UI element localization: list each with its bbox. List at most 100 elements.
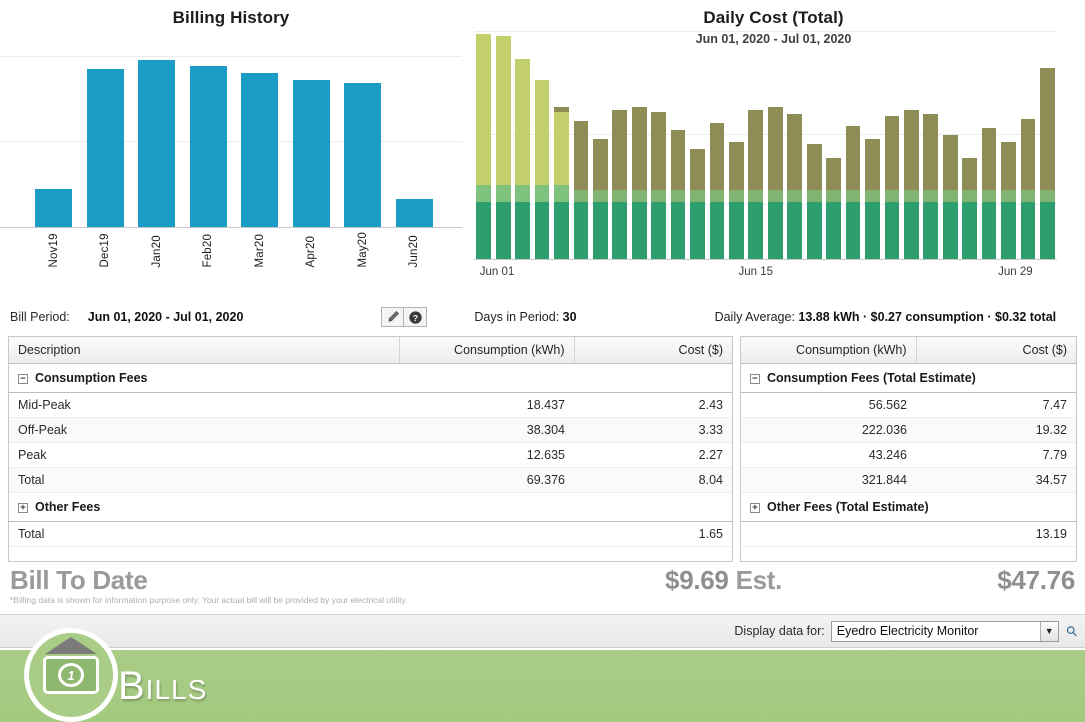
expand-icon[interactable]: +	[750, 503, 760, 513]
bar-slot[interactable]	[1038, 29, 1057, 259]
daily-cost-bar[interactable]	[826, 29, 841, 259]
bar-slot[interactable]	[183, 48, 235, 227]
billing-history-bar[interactable]	[35, 189, 72, 227]
table-row[interactable]: Peak12.6352.27	[9, 443, 732, 468]
daily-cost-bar[interactable]	[632, 29, 647, 259]
table-group-row[interactable]: +Other Fees (Total Estimate)	[741, 493, 1076, 522]
bar-slot[interactable]	[532, 29, 551, 259]
daily-cost-bar[interactable]	[807, 29, 822, 259]
daily-cost-bar[interactable]	[554, 29, 569, 259]
bar-slot[interactable]	[630, 29, 649, 259]
bar-slot[interactable]	[785, 29, 804, 259]
bar-slot[interactable]	[286, 48, 338, 227]
billing-history-bar[interactable]	[241, 73, 278, 227]
bar-slot[interactable]	[766, 29, 785, 259]
daily-cost-bar[interactable]	[535, 29, 550, 259]
bar-slot[interactable]	[571, 29, 590, 259]
header-consumption[interactable]: Consumption (kWh)	[399, 337, 574, 364]
header-cost-est[interactable]: Cost ($)	[916, 337, 1076, 364]
billing-history-bar[interactable]	[293, 80, 330, 227]
daily-cost-bar[interactable]	[962, 29, 977, 259]
daily-cost-bar[interactable]	[923, 29, 938, 259]
bar-slot[interactable]	[863, 29, 882, 259]
billing-history-bar[interactable]	[87, 69, 124, 227]
table-row[interactable]: 222.03619.32	[741, 418, 1076, 443]
daily-cost-bar[interactable]	[846, 29, 861, 259]
billing-history-bar[interactable]	[396, 199, 433, 227]
billing-history-bar[interactable]	[344, 83, 381, 227]
bar-slot[interactable]	[727, 29, 746, 259]
bar-slot[interactable]	[1018, 29, 1037, 259]
bar-slot[interactable]	[804, 29, 823, 259]
bar-slot[interactable]	[688, 29, 707, 259]
billing-history-bar[interactable]	[138, 60, 175, 227]
table-row[interactable]: 56.5627.47	[741, 393, 1076, 418]
bar-slot[interactable]	[902, 29, 921, 259]
bar-slot[interactable]	[843, 29, 862, 259]
bar-slot[interactable]	[999, 29, 1018, 259]
daily-cost-bar[interactable]	[651, 29, 666, 259]
billing-history-bar[interactable]	[190, 66, 227, 227]
table-group-row[interactable]: −Consumption Fees	[9, 364, 732, 393]
bar-slot[interactable]	[234, 48, 286, 227]
daily-cost-bar[interactable]	[865, 29, 880, 259]
daily-cost-bar[interactable]	[748, 29, 763, 259]
daily-cost-bar[interactable]	[574, 29, 589, 259]
daily-cost-bar[interactable]	[943, 29, 958, 259]
bar-slot[interactable]	[474, 29, 493, 259]
bar-slot[interactable]	[941, 29, 960, 259]
table-group-row[interactable]: −Consumption Fees (Total Estimate)	[741, 364, 1076, 393]
bar-slot[interactable]	[668, 29, 687, 259]
bar-slot[interactable]	[921, 29, 940, 259]
daily-cost-bar[interactable]	[904, 29, 919, 259]
header-description[interactable]: Description	[9, 337, 399, 364]
bar-slot[interactable]	[746, 29, 765, 259]
daily-cost-bar[interactable]	[496, 29, 511, 259]
daily-cost-bar[interactable]	[1021, 29, 1036, 259]
bar-slot[interactable]	[960, 29, 979, 259]
daily-cost-bar[interactable]	[787, 29, 802, 259]
collapse-icon[interactable]: −	[18, 374, 28, 384]
daily-cost-chart[interactable]: Daily Cost (Total) Jun 01, 2020 - Jul 01…	[462, 0, 1085, 298]
daily-cost-bar[interactable]	[690, 29, 705, 259]
daily-cost-bar[interactable]	[1001, 29, 1016, 259]
magnifier-icon[interactable]: ⚲	[1062, 621, 1081, 640]
header-consumption-est[interactable]: Consumption (kWh)	[741, 337, 916, 364]
table-row[interactable]: 43.2467.79	[741, 443, 1076, 468]
bar-slot[interactable]	[389, 48, 441, 227]
table-row[interactable]: 321.84434.57	[741, 468, 1076, 493]
help-icon[interactable]: ?	[404, 307, 427, 327]
expand-icon[interactable]: +	[18, 503, 28, 513]
daily-cost-bar[interactable]	[612, 29, 627, 259]
daily-cost-bar[interactable]	[1040, 29, 1055, 259]
bar-slot[interactable]	[591, 29, 610, 259]
collapse-icon[interactable]: −	[750, 374, 760, 384]
table-group-row[interactable]: +Other Fees	[9, 493, 732, 522]
daily-cost-bar[interactable]	[768, 29, 783, 259]
bar-slot[interactable]	[131, 48, 183, 227]
bar-slot[interactable]	[80, 48, 132, 227]
daily-cost-bar[interactable]	[710, 29, 725, 259]
table-row[interactable]: Off-Peak38.3043.33	[9, 418, 732, 443]
daily-cost-bar[interactable]	[593, 29, 608, 259]
bar-slot[interactable]	[493, 29, 512, 259]
bar-slot[interactable]	[337, 48, 389, 227]
daily-cost-bar[interactable]	[885, 29, 900, 259]
daily-cost-bar[interactable]	[671, 29, 686, 259]
daily-cost-bar[interactable]	[982, 29, 997, 259]
bar-slot[interactable]	[28, 48, 80, 227]
daily-cost-bar[interactable]	[515, 29, 530, 259]
billing-history-chart[interactable]: Billing History Nov19Dec19Jan20Feb20Mar2…	[0, 0, 462, 298]
device-dropdown[interactable]: Eyedro Electricity Monitor ▼	[831, 621, 1059, 642]
table-row[interactable]: Mid-Peak18.4372.43	[9, 393, 732, 418]
bar-slot[interactable]	[513, 29, 532, 259]
daily-cost-bar[interactable]	[476, 29, 491, 259]
bar-slot[interactable]	[979, 29, 998, 259]
daily-cost-bar[interactable]	[729, 29, 744, 259]
table-row[interactable]: 13.19	[741, 522, 1076, 547]
header-cost[interactable]: Cost ($)	[574, 337, 732, 364]
bar-slot[interactable]	[824, 29, 843, 259]
table-row[interactable]: Total69.3768.04	[9, 468, 732, 493]
chevron-down-icon[interactable]: ▼	[1040, 622, 1058, 641]
pencil-icon[interactable]	[381, 307, 404, 327]
